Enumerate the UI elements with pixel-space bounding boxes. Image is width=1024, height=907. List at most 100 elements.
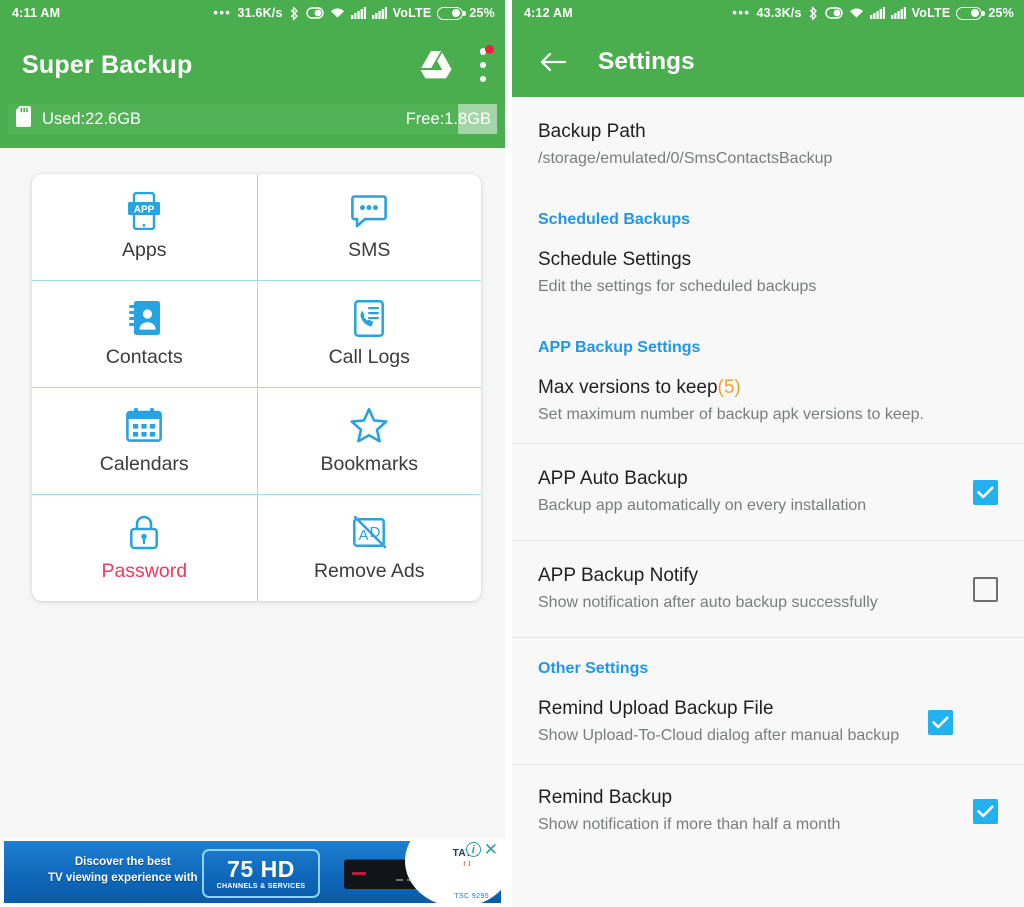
setting-title: APP Backup Notify (538, 565, 699, 586)
grid-cell-sms[interactable]: SMS (256, 174, 482, 280)
google-drive-icon[interactable] (419, 50, 453, 81)
app-title: Super Backup (22, 50, 193, 79)
ad-banner-content[interactable]: Discover the best TV viewing experience … (4, 841, 501, 903)
signal-icon-1 (350, 7, 366, 19)
setting-row-max-versions[interactable]: Max versions to keep(5) Set maximum numb… (512, 359, 1024, 443)
setting-subtitle: Show Upload-To-Cloud dialog after manual… (538, 727, 900, 744)
setting-subtitle: Backup app automatically on every instal… (538, 497, 867, 514)
ad-badge-title: 75 HD (227, 855, 295, 882)
kebab-menu-icon[interactable] (479, 45, 494, 82)
dnd-toggle-icon (824, 7, 843, 19)
dnd-toggle-icon (305, 7, 324, 19)
storage-bar-wrap: Used:22.6GB Free:1.8GB (0, 104, 505, 148)
call-log-icon (354, 299, 385, 337)
grid-row: Contacts Call Logs (32, 280, 481, 387)
left-content-area: APP Apps SMS Contacts Call Logs Calendar… (0, 174, 505, 907)
ad-brand-mark: ıı (462, 858, 474, 868)
grid-cell-remove-ads[interactable]: A D Remove Ads (256, 495, 482, 601)
grid-cell-label: Contacts (105, 346, 183, 368)
section-header-other-settings: Other Settings (538, 660, 649, 677)
setting-title: Backup Path (538, 121, 646, 142)
grid-cell-call-logs[interactable]: Call Logs (256, 281, 482, 387)
checkbox-app-backup-notify[interactable] (973, 576, 998, 602)
setting-row-remind-backup[interactable]: Remind Backup Show notification if more … (512, 765, 1024, 853)
apps-phone-icon: APP (127, 192, 161, 230)
star-bookmark-icon (350, 406, 388, 444)
grid-cell-label: Remove Ads (313, 560, 425, 582)
grid-cell-calendars[interactable]: Calendars (32, 388, 257, 494)
setting-row-backup-path[interactable]: Backup Path /storage/emulated/0/SmsConta… (512, 97, 1024, 187)
status-time: 4:11 AM (12, 6, 61, 20)
app-bar: Super Backup (0, 26, 505, 104)
setting-subtitle: Show notification after auto backup succ… (538, 594, 878, 611)
back-arrow-icon[interactable] (540, 52, 567, 72)
setting-title: Remind Backup (538, 787, 673, 808)
contacts-book-icon (128, 299, 161, 337)
ad-headline: Discover the best TV viewing experience … (48, 854, 198, 886)
no-ads-icon: A D (352, 513, 387, 551)
grid-cell-bookmarks[interactable]: Bookmarks (256, 388, 482, 494)
storage-progress-bar: Used:22.6GB Free:1.8GB (8, 104, 497, 134)
grid-cell-label: Apps (122, 239, 167, 261)
checkbox-remind-backup[interactable] (973, 798, 998, 824)
grid-cell-contacts[interactable]: Contacts (32, 281, 257, 387)
ad-headline-line-1: Discover the best (74, 856, 171, 868)
wifi-icon (330, 7, 345, 19)
setting-title: Remind Upload Backup File (538, 698, 774, 719)
grid-row: Password A D Remove Ads (32, 494, 481, 601)
backup-category-grid: APP Apps SMS Contacts Call Logs Calendar… (32, 174, 481, 601)
setting-row-app-auto-backup[interactable]: APP Auto Backup Backup app automatically… (512, 444, 1024, 540)
status-net-speed: 31.6K/s (237, 6, 283, 20)
ad-banner[interactable]: Discover the best TV viewing experience … (0, 838, 505, 907)
ad-info-icon[interactable]: i (465, 842, 481, 857)
right-status-bar: 4:12 AM ••• 43.3K/s VoLTE 25% (512, 0, 1024, 26)
grid-cell-label: Call Logs (328, 346, 410, 368)
setting-subtitle: Set maximum number of backup apk version… (538, 406, 924, 423)
signal-icon-1 (869, 7, 885, 19)
section-header-app-backup-settings: APP Backup Settings (538, 339, 701, 356)
bluetooth-icon (808, 6, 819, 21)
left-phone-panel: 4:11 AM ••• 31.6K/s VoLTE 25% Super Back… (0, 0, 505, 907)
storage-used-label: Used:22.6GB (42, 109, 142, 128)
checkbox-remind-upload-backup-file[interactable] (928, 709, 953, 735)
panel-divider (505, 0, 512, 907)
ad-code-label: TSC 9295 (454, 893, 489, 900)
setting-row-schedule-settings[interactable]: Schedule Settings Edit the settings for … (512, 231, 1024, 315)
grid-cell-label: Calendars (99, 453, 189, 475)
ad-controls[interactable]: i ✕ (465, 841, 499, 858)
setting-row-app-backup-notify[interactable]: APP Backup Notify Show notification afte… (512, 541, 1024, 637)
settings-list: Backup Path /storage/emulated/0/SmsConta… (512, 97, 1024, 907)
setting-title-text: Max versions to keep (538, 377, 718, 398)
svg-text:APP: APP (134, 204, 155, 215)
sd-card-icon (16, 106, 33, 132)
page-title: Settings (598, 47, 695, 75)
setting-row-remind-upload-backup-file[interactable]: Remind Upload Backup File Show Upload-To… (512, 680, 1024, 764)
left-status-bar: 4:11 AM ••• 31.6K/s VoLTE 25% (0, 0, 505, 26)
calendar-icon (126, 406, 163, 444)
status-battery-percent: 25% (469, 6, 495, 20)
checkbox-app-auto-backup[interactable] (973, 479, 998, 505)
status-more-dots-icon: ••• (213, 5, 232, 20)
setting-title: APP Auto Backup (538, 468, 688, 489)
sms-bubble-icon (351, 192, 388, 230)
grid-cell-password[interactable]: Password (32, 495, 257, 601)
grid-cell-label: SMS (348, 239, 391, 261)
setting-title: Schedule Settings (538, 249, 692, 270)
grid-cell-label: Bookmarks (320, 453, 419, 475)
settings-app-bar: Settings (512, 26, 1024, 97)
grid-cell-apps[interactable]: APP Apps (32, 174, 257, 280)
grid-cell-label: Password (101, 560, 188, 582)
grid-row: APP Apps SMS (32, 174, 481, 280)
ad-close-icon[interactable]: ✕ (482, 841, 499, 858)
menu-notification-badge (485, 45, 494, 54)
status-battery-percent: 25% (988, 6, 1014, 20)
signal-icon-2 (371, 7, 387, 19)
signal-icon-2 (890, 7, 906, 19)
dual-phone-screenshot: 4:11 AM ••• 31.6K/s VoLTE 25% Super Back… (0, 0, 1024, 907)
setting-title: Max versions to keep(5) (538, 375, 998, 401)
lock-icon (129, 513, 159, 551)
setting-subtitle: Show notification if more than half a mo… (538, 816, 841, 833)
status-more-dots-icon: ••• (732, 5, 751, 20)
setting-value-badge: (5) (717, 377, 741, 398)
section-header-scheduled-backups: Scheduled Backups (538, 211, 691, 228)
